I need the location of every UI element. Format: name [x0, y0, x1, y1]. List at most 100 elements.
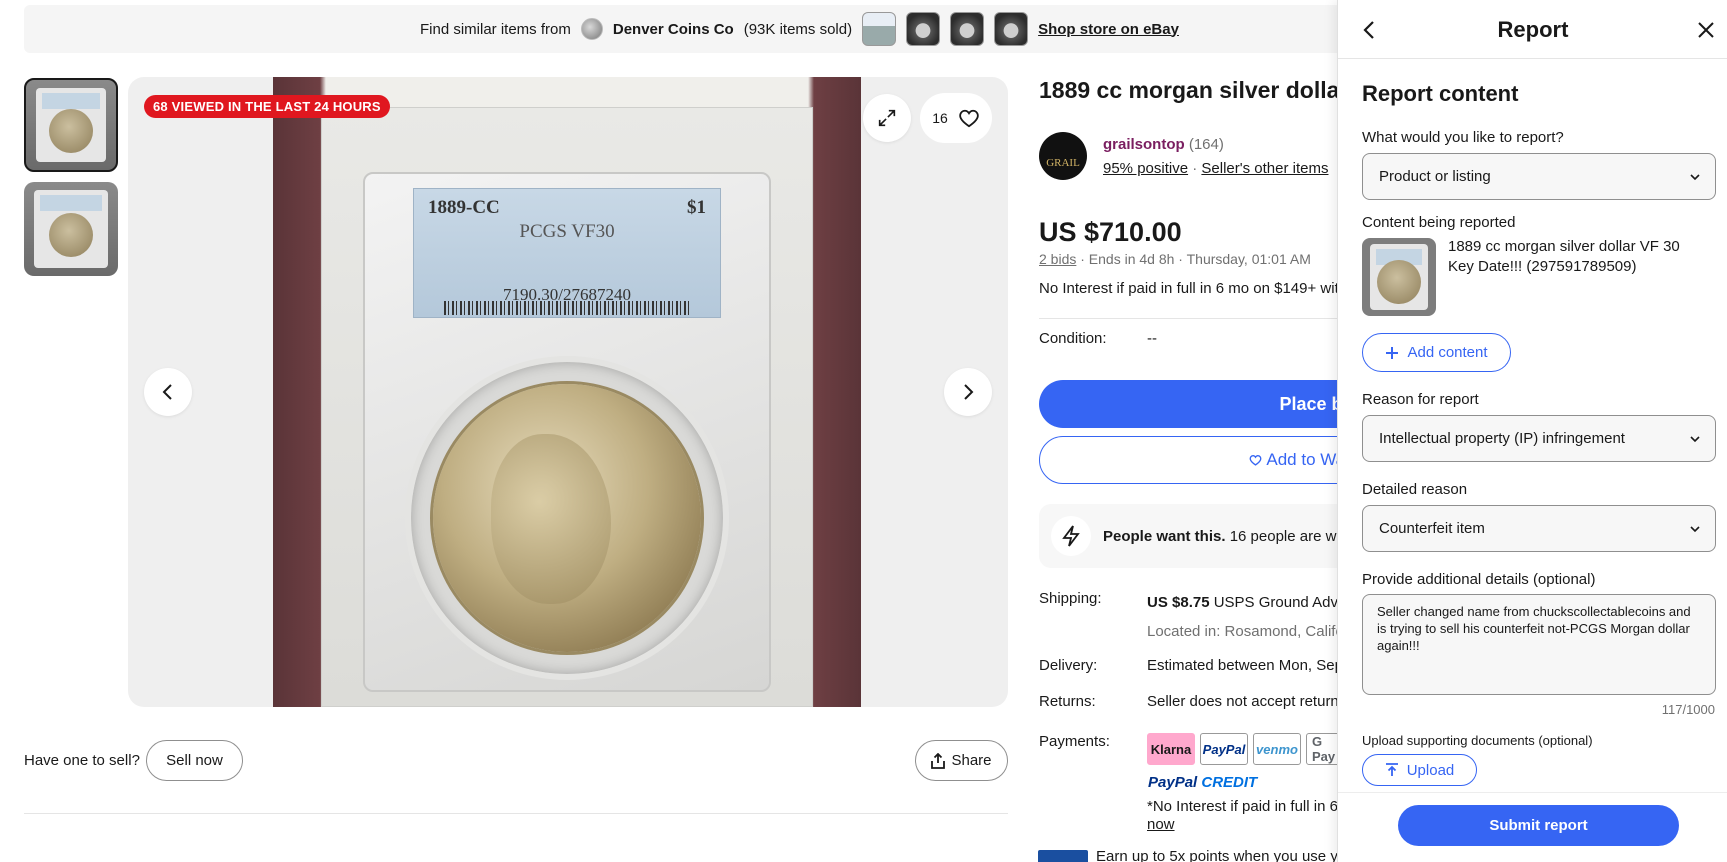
viewed-badge: 68 VIEWED IN THE LAST 24 HOURS [144, 95, 390, 118]
find-similar-text: Find similar items from [420, 20, 571, 38]
auction-end: · Ends in 4d 8h · Thursday, 01:01 AM [1080, 251, 1311, 267]
report-panel: Report Report content What would you lik… [1337, 0, 1727, 862]
paypal-credit-logo: PayPal CREDIT [1148, 774, 1258, 791]
next-image-button[interactable] [944, 368, 992, 416]
report-type-label: What would you like to report? [1362, 129, 1564, 146]
place-bid-button[interactable]: Place bid [1039, 380, 1338, 428]
share-button[interactable]: Share [915, 740, 1008, 781]
content-reported-label: Content being reported [1362, 214, 1516, 231]
share-icon [931, 752, 946, 769]
main-image-viewer[interactable]: 1889-CC $1 PCGS VF30 7190.30/27687240 68… [128, 77, 1008, 707]
previous-image-button[interactable] [144, 368, 192, 416]
upload-label: Upload supporting documents (optional) [1362, 733, 1593, 748]
product-photo: 1889-CC $1 PCGS VF30 7190.30/27687240 [273, 77, 861, 707]
bids-link[interactable]: 2 bids [1039, 251, 1076, 267]
lightning-icon [1062, 525, 1080, 547]
plus-icon [1386, 346, 1399, 359]
details-textarea[interactable]: Seller changed name from chuckscollectab… [1362, 594, 1716, 695]
people-want-text: 16 people are watching this. [1229, 527, 1338, 545]
close-icon [1698, 22, 1714, 38]
add-content-button[interactable]: Add content [1362, 333, 1511, 372]
upload-button[interactable]: Upload [1362, 754, 1477, 786]
detailed-reason-select[interactable]: Counterfeit item [1362, 505, 1716, 552]
shipping-service: USPS Ground Advantage [1213, 594, 1338, 611]
panel-title: Report [1497, 17, 1569, 42]
chevron-down-icon [1690, 173, 1700, 180]
store-item-thumbnail[interactable] [862, 12, 897, 46]
reported-item-thumbnail [1362, 238, 1436, 316]
panel-header: Report [1338, 0, 1727, 59]
venmo-badge: venmo [1253, 733, 1301, 765]
store-item-thumbnail[interactable] [906, 12, 941, 46]
chevron-down-icon [1690, 525, 1700, 532]
shipping-value: US $8.75 USPS Ground Advantage [1147, 594, 1338, 611]
seller-other-items-link[interactable]: Seller's other items [1201, 160, 1328, 177]
price: US $710.00 [1039, 217, 1182, 247]
page: Find similar items from Denver Coins Co … [0, 0, 1727, 862]
divider [1039, 318, 1338, 319]
slab-grade: PCGS VF30 [519, 221, 615, 242]
no-interest-note: *No Interest if paid in full in 6 mo [1147, 798, 1338, 815]
store-logo-icon[interactable] [580, 18, 603, 40]
shipping-label: Shipping: [1039, 590, 1102, 607]
seller-name-link[interactable]: grailsontop (164) [1103, 136, 1224, 153]
finance-offer: No Interest if paid in full in 6 mo on $… [1039, 280, 1338, 297]
character-count: 117/1000 [1661, 702, 1715, 717]
heart-icon [959, 109, 979, 128]
watch-button[interactable]: 16 [920, 93, 992, 143]
slab-label: 1889-CC $1 PCGS VF30 7190.30/27687240 [413, 188, 721, 318]
store-name[interactable]: Denver Coins Co [613, 21, 734, 38]
shipping-price: US $8.75 [1147, 594, 1210, 611]
slab-date: 1889-CC [428, 197, 500, 218]
store-item-thumbnail[interactable] [994, 12, 1029, 46]
watch-count: 16 [932, 110, 948, 126]
reason-select[interactable]: Intellectual property (IP) infringement [1362, 415, 1716, 462]
divider [24, 813, 1008, 814]
positive-feedback-link[interactable]: 95% positive [1103, 160, 1188, 177]
expand-button[interactable] [863, 94, 911, 142]
sell-now-label: Sell now [166, 752, 223, 769]
reason-label: Reason for report [1362, 391, 1479, 408]
returns-label: Returns: [1039, 693, 1096, 710]
condition-value: -- [1147, 330, 1157, 347]
gallery-thumbnail[interactable] [24, 182, 118, 276]
condition-label: Condition: [1039, 330, 1107, 347]
listing-title: 1889 cc morgan silver dollar VF 30 Key D… [1039, 77, 1338, 103]
close-button[interactable] [1690, 14, 1722, 46]
klarna-badge: Klarna [1147, 733, 1195, 765]
chevron-down-icon [1690, 435, 1700, 442]
chevron-left-icon [162, 384, 172, 400]
mastercard-icon [1038, 849, 1088, 862]
shop-store-link[interactable]: Shop store on eBay [1038, 21, 1179, 38]
seller-links: 95% positive · Seller's other items [1103, 160, 1329, 177]
item-location: Located in: Rosamond, California [1147, 623, 1338, 640]
seller-feedback-count: (164) [1188, 136, 1224, 153]
store-item-thumbnail[interactable] [950, 12, 985, 46]
slab-denomination: $1 [687, 197, 706, 218]
coin-slab: 1889-CC $1 PCGS VF30 7190.30/27687240 [363, 172, 771, 692]
payments-label: Payments: [1039, 733, 1110, 750]
seller-logo[interactable]: GRAIL [1039, 132, 1087, 180]
bid-info: 2 bids · Ends in 4d 8h · Thursday, 01:01… [1039, 251, 1311, 267]
items-sold: (93K items sold) [743, 20, 853, 38]
reported-item-title: 1889 cc morgan silver dollar VF 30 Key D… [1448, 238, 1680, 275]
chevron-right-icon [964, 384, 974, 400]
people-want-bold: People want this. [1103, 527, 1226, 545]
add-to-watchlist-button[interactable]: Add to Watchlist [1039, 436, 1338, 484]
sell-now-button[interactable]: Sell now [146, 740, 243, 781]
detailed-reason-label: Detailed reason [1362, 481, 1468, 498]
paypal-badge: PayPal [1200, 733, 1248, 765]
delivery-value: Estimated between Mon, Sep [1147, 657, 1338, 674]
coin [433, 384, 701, 652]
payment-methods: Klarna PayPal venmo G Pay [1147, 733, 1338, 765]
gallery-thumbnail[interactable] [24, 78, 118, 172]
submit-report-button[interactable]: Submit report [1398, 805, 1679, 846]
divider [1338, 792, 1727, 793]
share-label: Share [951, 752, 992, 769]
store-banner: Find similar items from Denver Coins Co … [24, 5, 1344, 53]
heart-icon [1249, 454, 1262, 466]
report-type-select[interactable]: Product or listing [1362, 153, 1716, 200]
google-pay-badge: G Pay [1306, 733, 1338, 765]
apply-now-link[interactable]: now [1147, 816, 1175, 833]
delivery-label: Delivery: [1039, 657, 1098, 674]
